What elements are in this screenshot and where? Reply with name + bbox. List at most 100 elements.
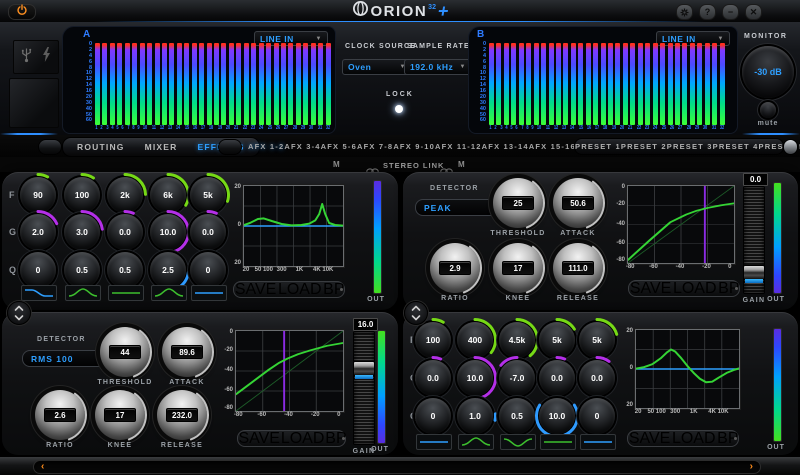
filter-type-flat-green[interactable] <box>108 285 144 301</box>
eq-knob[interactable]: 6k <box>148 173 190 215</box>
eq-knob[interactable]: 2.0 <box>18 210 59 252</box>
eq-knob[interactable]: 10.0 <box>455 356 498 400</box>
eq-knob[interactable]: 5k <box>537 318 577 360</box>
filter-type-bell-green[interactable] <box>65 285 101 301</box>
eq-knob[interactable]: 0.0 <box>105 209 145 252</box>
comp-knob[interactable]: 17 <box>95 390 147 441</box>
button-save[interactable]: SAVE <box>235 281 277 299</box>
eq-knob[interactable]: 0 <box>188 250 228 290</box>
button-load[interactable]: LOAD <box>673 280 717 298</box>
channel-number: 12 <box>159 125 164 131</box>
comp-knob[interactable]: 17 <box>493 243 545 294</box>
button-save[interactable]: SAVE <box>238 430 280 448</box>
filter-type-flat-blue[interactable] <box>416 434 452 450</box>
eq-knob[interactable]: 10.0 <box>148 210 190 254</box>
eq-knob[interactable]: 0.5 <box>62 250 102 290</box>
button-save[interactable]: SAVE <box>629 430 671 448</box>
filter-type-bell-green[interactable] <box>458 434 494 450</box>
horizontal-scrollbar[interactable]: ‹ › <box>33 460 761 474</box>
comp-knob[interactable]: 111.0 <box>553 243 605 294</box>
close-button[interactable]: ✕ <box>745 4 762 20</box>
eq-knob[interactable]: 0.0 <box>577 356 617 398</box>
comp-knob[interactable]: 50.6 <box>553 178 605 229</box>
eq-knob[interactable]: 0 <box>18 250 58 290</box>
tab-preset4[interactable]: PRESET 4 <box>713 142 759 151</box>
panel-swap-chevrons-left[interactable] <box>7 301 31 325</box>
tab-afx7-8[interactable]: AFX 7-8 <box>357 142 393 151</box>
gain-fader[interactable] <box>743 186 765 294</box>
clock-source-select[interactable]: Oven ▼ <box>342 59 412 75</box>
eq-knob[interactable]: 0.5 <box>105 250 145 290</box>
eq-knob[interactable]: 3.0 <box>62 210 104 252</box>
sample-rate-select[interactable]: 192.0 kHz ▼ <box>404 59 472 75</box>
tab-afx11-12[interactable]: AFX 11-12 <box>435 142 482 151</box>
channel-meter-bar <box>622 43 628 125</box>
gain-fader-accent <box>745 279 763 283</box>
tab-mixer[interactable]: MIXER <box>145 142 178 152</box>
detector-select[interactable]: PEAK ▼ <box>415 199 503 216</box>
comp-knob[interactable]: 232.0 <box>157 390 209 441</box>
tab-afx15-16[interactable]: AFX 15-16 <box>529 142 576 151</box>
eq-knob[interactable]: 5k <box>188 173 230 215</box>
filter-type-flat-blue[interactable] <box>580 434 616 450</box>
eq-knob[interactable]: 1.0 <box>455 396 497 436</box>
gain-fader-handle[interactable] <box>353 361 375 376</box>
mute-button[interactable] <box>760 102 776 118</box>
gain-fader[interactable] <box>353 331 375 445</box>
tab-afx3-4[interactable]: AFX 3-4 <box>284 142 320 151</box>
eq-knob[interactable]: 5k <box>577 318 619 360</box>
comp-knob[interactable]: 2.6 <box>35 390 87 441</box>
filter-type-notch-green[interactable] <box>500 434 536 450</box>
button-load[interactable]: LOAD <box>672 430 716 448</box>
eq-panel-top-left: F 90 100 2k 6k 5k G 2.0 3.0 0.0 10.0 0.0 Q 0 0.5 0.5 2.5… <box>2 172 398 310</box>
comp-knob[interactable]: 89.6 <box>162 327 214 378</box>
eq-knob[interactable]: 0.0 <box>537 355 577 398</box>
channel-meter-bar <box>489 43 494 125</box>
tab-afx5-6[interactable]: AFX 5-6 <box>321 142 357 151</box>
filter-type-flat-blue[interactable] <box>191 285 227 301</box>
eq-knob[interactable]: 0 <box>413 396 453 436</box>
comp-knob[interactable]: 25 <box>493 178 545 229</box>
eq-knob[interactable]: 0.0 <box>413 355 453 398</box>
mono-button-left[interactable]: M <box>333 160 340 169</box>
eq-knob[interactable]: -7.0 <box>497 356 537 398</box>
settings-button[interactable] <box>676 4 693 20</box>
tab-afx1-2[interactable]: AFX 1-2 <box>248 142 284 151</box>
detector-select[interactable]: RMS 100 ▼ <box>22 350 110 367</box>
scroll-right-icon[interactable]: › <box>750 462 753 472</box>
tab-preset2[interactable]: PRESET 2 <box>621 142 667 151</box>
tab-preset1[interactable]: PRESET 1 <box>575 142 621 151</box>
eq-knob[interactable]: 0.5 <box>497 396 537 436</box>
eq-knob[interactable]: 4.5k <box>497 318 539 360</box>
button-save[interactable]: SAVE <box>630 280 672 298</box>
channel-number: 1 <box>489 125 492 131</box>
button-load[interactable]: LOAD <box>278 281 322 299</box>
tab-routing[interactable]: ROUTING <box>77 142 125 152</box>
eq-knob[interactable]: 90 <box>18 173 58 215</box>
panel-swap-chevrons-right[interactable] <box>404 301 428 325</box>
button-load[interactable]: LOAD <box>281 430 325 448</box>
eq-knob[interactable]: 2.5 <box>148 250 190 290</box>
eq-knob[interactable]: 100 <box>62 173 102 215</box>
minimize-button[interactable]: − <box>722 4 739 20</box>
eq-knob[interactable]: 400 <box>455 318 497 360</box>
eq-knob[interactable]: 0 <box>577 396 617 436</box>
eq-knob[interactable]: 10.0 <box>535 396 579 439</box>
eq-knob[interactable]: 2k <box>105 173 147 215</box>
comp-knob[interactable]: 44 <box>100 327 152 378</box>
eq-knob[interactable]: 100 <box>413 318 453 360</box>
gain-fader-handle[interactable] <box>743 265 765 280</box>
channel-number: 8 <box>132 125 135 131</box>
tab-afx13-14[interactable]: AFX 13-14 <box>482 142 529 151</box>
monitor-volume-knob[interactable]: -30 dB <box>742 46 794 98</box>
mono-button-right[interactable]: M <box>458 160 465 169</box>
filter-type-bell-green[interactable] <box>151 285 187 301</box>
help-button[interactable]: ? <box>699 4 716 20</box>
eq-knob[interactable]: 0.0 <box>188 209 228 252</box>
comp-knob[interactable]: 2.9 <box>430 243 482 294</box>
filter-type-shelf-down-blue[interactable] <box>21 285 57 301</box>
tab-preset3[interactable]: PRESET 3 <box>667 142 713 151</box>
tab-afx9-10[interactable]: AFX 9-10 <box>393 142 435 151</box>
filter-type-flat-green[interactable] <box>540 434 576 450</box>
scroll-left-icon[interactable]: ‹ <box>41 462 44 472</box>
